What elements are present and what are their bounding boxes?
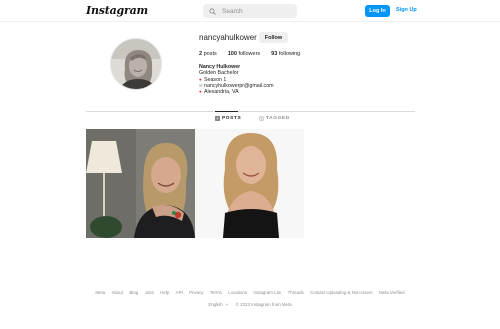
post-photo — [86, 129, 195, 238]
footer-link[interactable]: Jobs — [145, 290, 154, 295]
footer-link[interactable]: Terms — [210, 290, 222, 295]
follow-button[interactable]: Follow — [259, 32, 288, 43]
posts-count: 2 — [199, 51, 203, 57]
footer-link[interactable]: Meta — [95, 290, 105, 295]
search-input[interactable] — [222, 7, 292, 15]
footer-bottom: English © 2023 Instagram from Meta — [0, 302, 500, 307]
posts-stat: 2 posts — [199, 51, 217, 57]
bio-line-location: ● Alexandria, VA — [199, 89, 274, 95]
footer-link[interactable]: Blog — [129, 290, 138, 295]
language-label: English — [208, 302, 223, 307]
instagram-logo[interactable]: Instagram — [86, 4, 148, 17]
tab-posts-label: POSTS — [222, 116, 242, 121]
profile-bio: Nancy Hulkower Golden Bachelor ● Season … — [199, 64, 274, 95]
tag-icon — [259, 116, 264, 121]
post-thumbnail[interactable] — [195, 129, 304, 238]
tab-tagged-label: TAGGED — [266, 116, 290, 121]
sign-up-link[interactable]: Sign Up — [396, 7, 417, 13]
tab-posts[interactable]: POSTS — [215, 116, 241, 121]
bio-location-text: Alexandria, VA — [204, 89, 239, 96]
following-count: 93 — [271, 51, 278, 57]
followers-count: 100 — [227, 51, 237, 57]
footer-link[interactable]: API — [176, 290, 183, 295]
followers-stat[interactable]: 100 followers — [228, 51, 260, 57]
profile-stats: 2 posts 100 followers 93 following — [199, 51, 311, 57]
footer-link[interactable]: Privacy — [189, 290, 203, 295]
posts-stat-label: posts — [203, 51, 217, 57]
post-photo — [195, 129, 304, 238]
profile-avatar[interactable] — [110, 38, 162, 90]
profile-username: nancyahulkower — [199, 33, 257, 42]
post-thumbnail[interactable] — [86, 129, 195, 238]
footer-links: Meta About Blog Jobs Help API Privacy Te… — [0, 290, 500, 295]
following-stat-label: following — [278, 51, 301, 57]
following-stat[interactable]: 93 following — [271, 51, 300, 57]
footer-link[interactable]: About — [112, 290, 123, 295]
followers-stat-label: followers — [238, 51, 261, 57]
language-selector[interactable]: English — [208, 302, 229, 307]
search-icon — [209, 7, 216, 15]
footer-link[interactable]: Threads — [288, 290, 304, 295]
tab-tagged[interactable]: TAGGED — [259, 116, 290, 121]
grid-icon — [215, 116, 220, 121]
footer-link[interactable]: Locations — [228, 290, 247, 295]
chevron-down-icon — [225, 303, 229, 306]
search-box[interactable] — [203, 4, 297, 18]
active-tab-indicator — [215, 111, 238, 112]
tabs-divider — [86, 111, 415, 112]
copyright-text: © 2023 Instagram from Meta — [235, 302, 292, 307]
footer-link[interactable]: Help — [160, 290, 169, 295]
log-in-button[interactable]: Log In — [365, 5, 390, 17]
footer-link[interactable]: Contact Uploading & Non-Users — [310, 290, 372, 295]
pin-icon: ● — [199, 89, 202, 95]
footer-link[interactable]: Instagram Lite — [253, 290, 281, 295]
footer-link[interactable]: Meta Verified — [379, 290, 405, 295]
avatar-photo — [111, 39, 161, 89]
top-navigation-bar: Instagram Log In Sign Up — [0, 0, 500, 22]
